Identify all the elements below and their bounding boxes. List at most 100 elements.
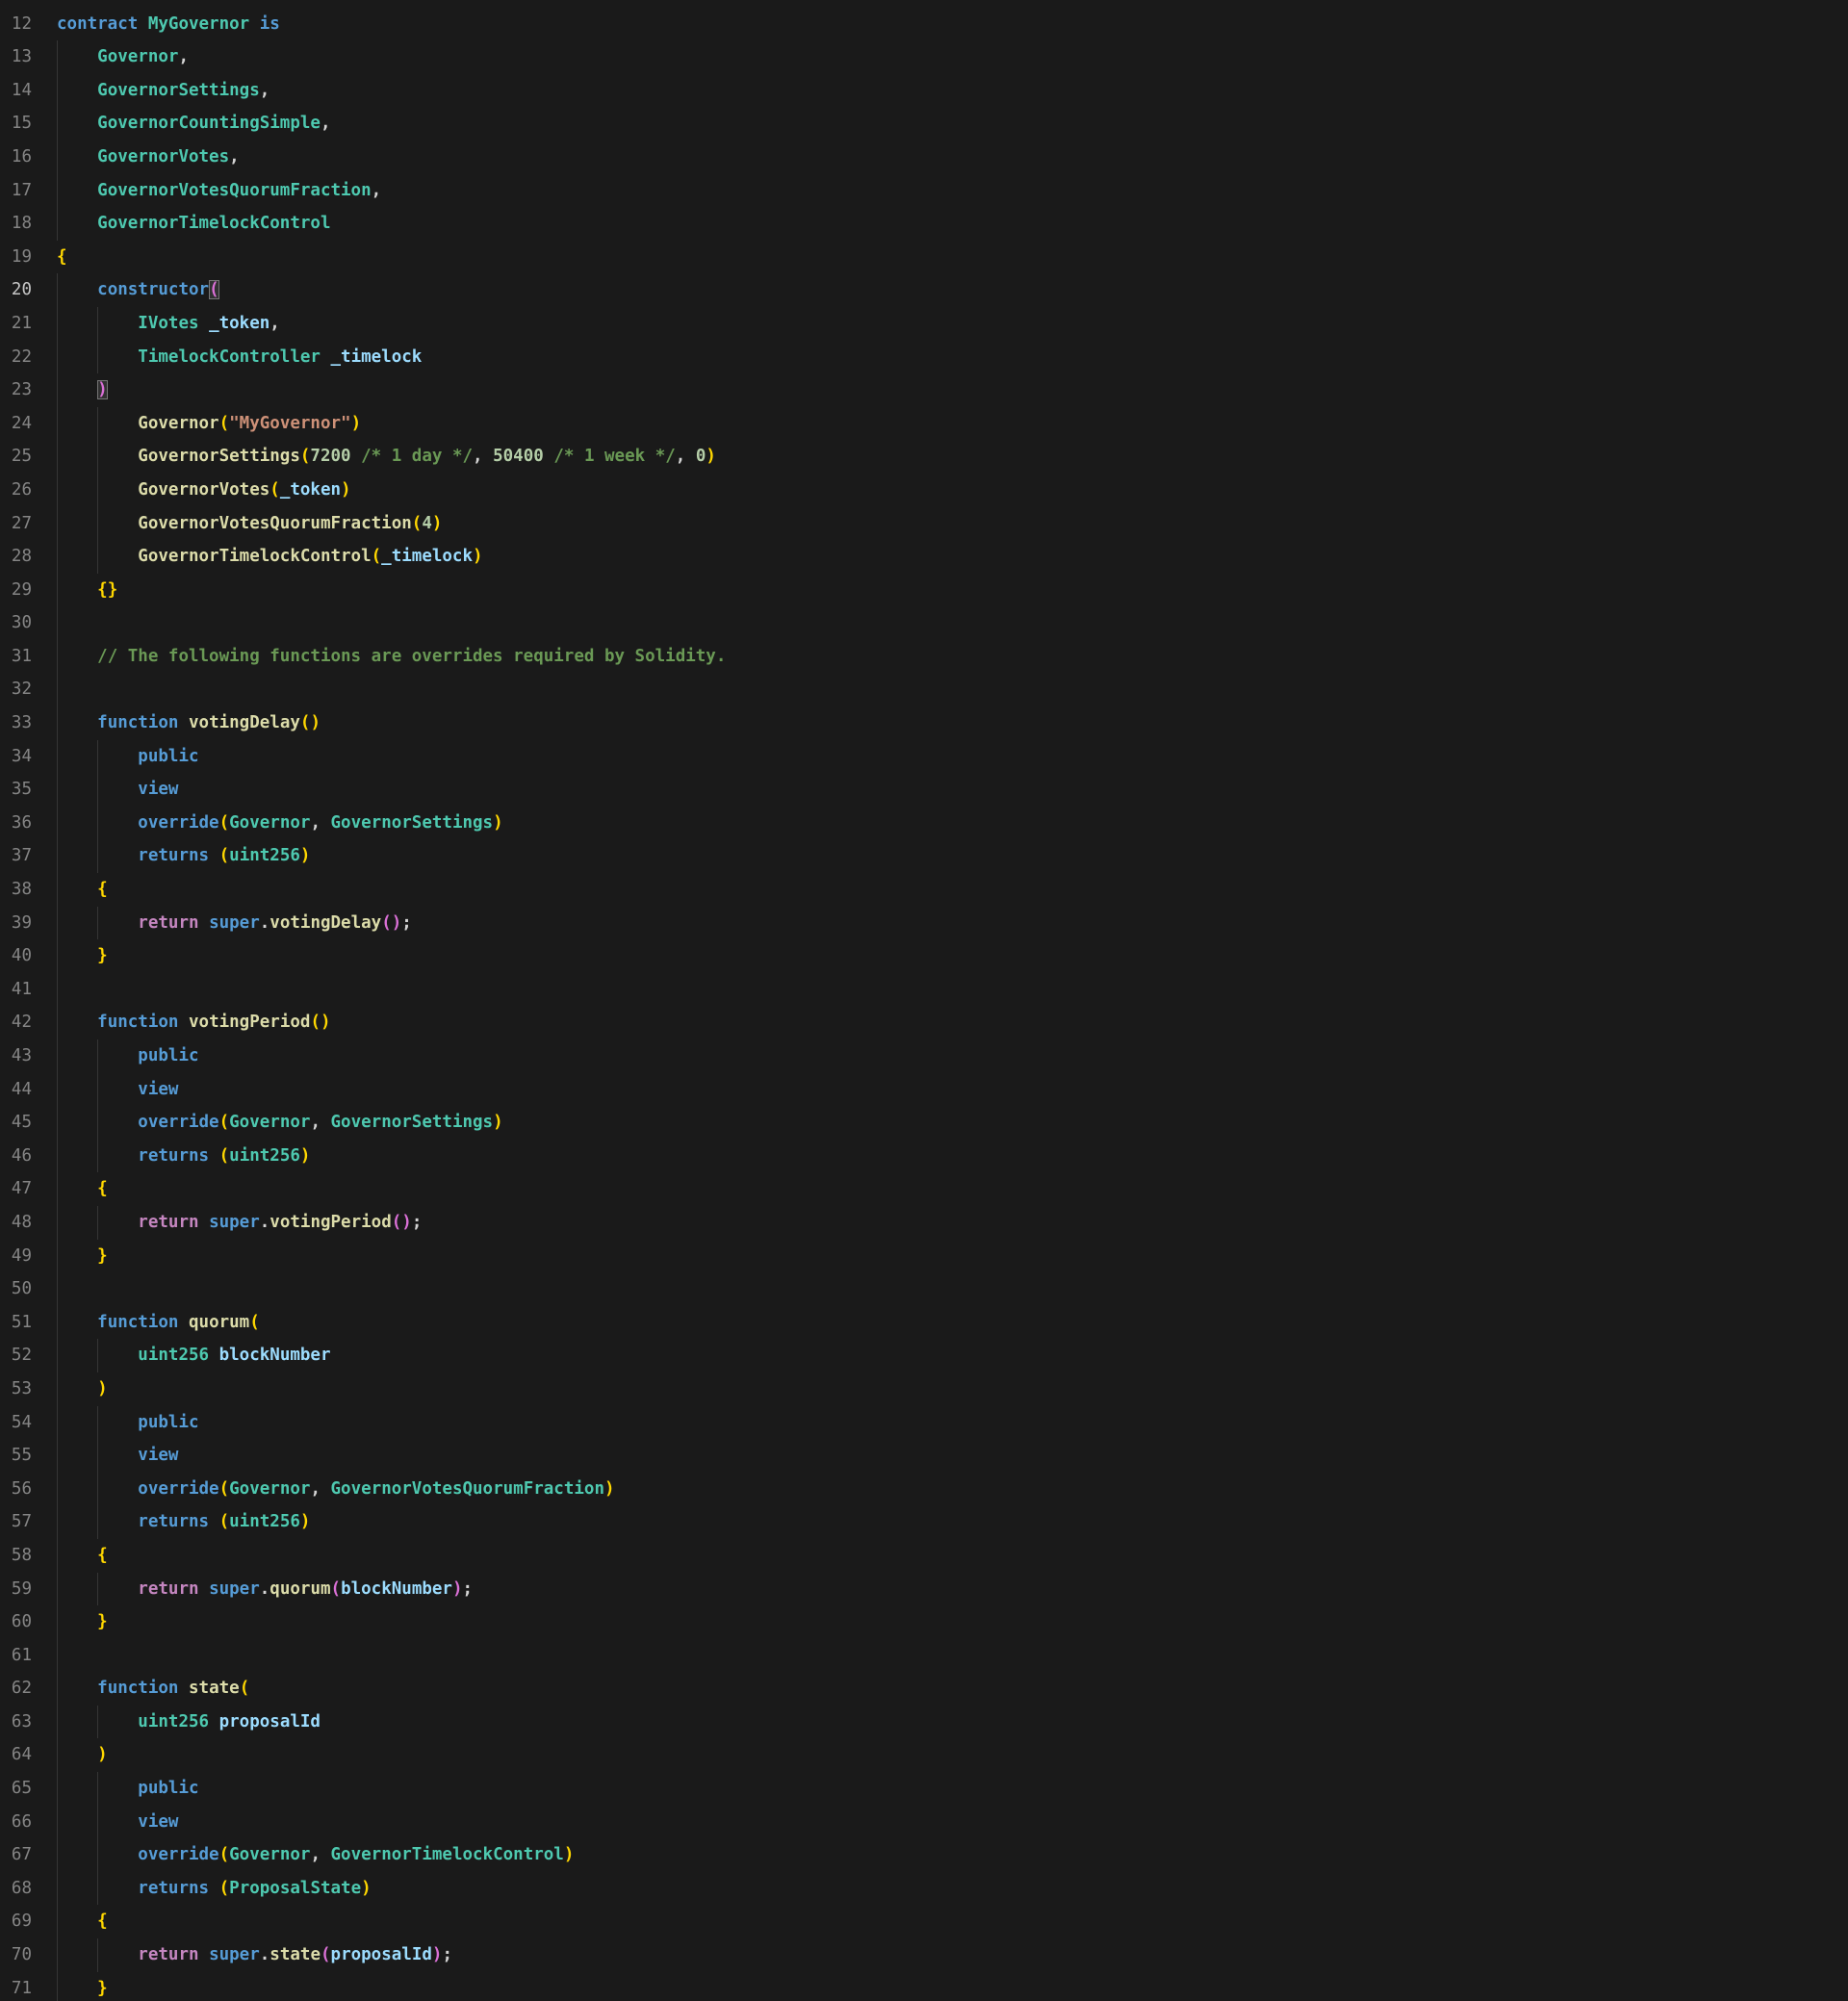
code-line[interactable]: 55 view — [0, 1439, 1848, 1473]
line-number[interactable]: 45 — [0, 1106, 32, 1140]
line-number[interactable]: 64 — [0, 1738, 32, 1772]
code-line[interactable]: 30 — [0, 606, 1848, 640]
line-number[interactable]: 18 — [0, 207, 32, 241]
line-number[interactable]: 24 — [0, 407, 32, 441]
code-editor[interactable]: 1112contract MyGovernor is13 Governor,14… — [0, 0, 1848, 2001]
line-number[interactable]: 43 — [0, 1039, 32, 1073]
code-line[interactable]: 20 constructor( — [0, 273, 1848, 307]
code-line[interactable]: 71 } — [0, 1972, 1848, 2001]
code-line[interactable]: 23 ) — [0, 373, 1848, 407]
line-number[interactable]: 25 — [0, 440, 32, 474]
line-number[interactable]: 47 — [0, 1172, 32, 1206]
code-line[interactable]: 64 ) — [0, 1738, 1848, 1772]
code-line[interactable]: 37 returns (uint256) — [0, 839, 1848, 873]
code-line[interactable]: 36 override(Governor, GovernorSettings) — [0, 807, 1848, 840]
code-line[interactable]: 49 } — [0, 1240, 1848, 1273]
code-line[interactable]: 11 — [0, 0, 1848, 8]
line-number[interactable]: 51 — [0, 1306, 32, 1340]
line-number[interactable]: 52 — [0, 1339, 32, 1372]
line-number[interactable]: 59 — [0, 1573, 32, 1606]
code-line[interactable]: 42 function votingPeriod() — [0, 1006, 1848, 1039]
code-line[interactable]: 66 view — [0, 1806, 1848, 1839]
code-line[interactable]: 29 {} — [0, 574, 1848, 607]
line-number[interactable]: 46 — [0, 1140, 32, 1173]
code-line[interactable]: 70 return super.state(proposalId); — [0, 1938, 1848, 1972]
line-number[interactable]: 67 — [0, 1838, 32, 1872]
line-number[interactable]: 70 — [0, 1938, 32, 1972]
line-number[interactable]: 62 — [0, 1672, 32, 1706]
code-line[interactable]: 38 { — [0, 873, 1848, 907]
code-line[interactable]: 61 — [0, 1639, 1848, 1673]
line-number[interactable]: 13 — [0, 40, 32, 74]
line-number[interactable]: 48 — [0, 1206, 32, 1240]
code-line[interactable]: 45 override(Governor, GovernorSettings) — [0, 1106, 1848, 1140]
line-number[interactable]: 38 — [0, 873, 32, 907]
code-line[interactable]: 24 Governor("MyGovernor") — [0, 407, 1848, 441]
code-line[interactable]: 40 } — [0, 939, 1848, 973]
code-line[interactable]: 50 — [0, 1272, 1848, 1306]
line-number[interactable]: 69 — [0, 1905, 32, 1938]
line-number[interactable]: 31 — [0, 640, 32, 674]
line-number[interactable]: 66 — [0, 1806, 32, 1839]
code-line[interactable]: 59 return super.quorum(blockNumber); — [0, 1573, 1848, 1606]
line-number[interactable]: 57 — [0, 1505, 32, 1539]
line-number[interactable]: 50 — [0, 1272, 32, 1306]
code-line[interactable]: 69 { — [0, 1905, 1848, 1938]
line-number[interactable]: 65 — [0, 1772, 32, 1806]
line-number[interactable]: 42 — [0, 1006, 32, 1039]
line-number[interactable]: 54 — [0, 1406, 32, 1440]
line-number[interactable]: 22 — [0, 341, 32, 374]
code-line[interactable]: 53 ) — [0, 1372, 1848, 1406]
line-number[interactable]: 23 — [0, 373, 32, 407]
code-line[interactable]: 46 returns (uint256) — [0, 1140, 1848, 1173]
code-line[interactable]: 17 GovernorVotesQuorumFraction, — [0, 174, 1848, 208]
line-number[interactable]: 35 — [0, 773, 32, 807]
code-line[interactable]: 33 function votingDelay() — [0, 706, 1848, 740]
code-line[interactable]: 48 return super.votingPeriod(); — [0, 1206, 1848, 1240]
code-line[interactable]: 22 TimelockController _timelock — [0, 341, 1848, 374]
code-line[interactable]: 25 GovernorSettings(7200 /* 1 day */, 50… — [0, 440, 1848, 474]
code-line[interactable]: 65 public — [0, 1772, 1848, 1806]
line-number[interactable]: 19 — [0, 241, 32, 274]
code-line[interactable]: 28 GovernorTimelockControl(_timelock) — [0, 540, 1848, 574]
code-line[interactable]: 56 override(Governor, GovernorVotesQuoru… — [0, 1473, 1848, 1506]
line-number[interactable]: 40 — [0, 939, 32, 973]
code-line[interactable]: 34 public — [0, 740, 1848, 774]
code-line[interactable]: 62 function state( — [0, 1672, 1848, 1706]
line-number[interactable]: 14 — [0, 74, 32, 108]
line-number[interactable]: 39 — [0, 907, 32, 940]
code-line[interactable]: 13 Governor, — [0, 40, 1848, 74]
line-number[interactable]: 60 — [0, 1605, 32, 1639]
line-number[interactable]: 29 — [0, 574, 32, 607]
code-line[interactable]: 18 GovernorTimelockControl — [0, 207, 1848, 241]
line-number[interactable]: 20 — [0, 273, 32, 307]
line-number[interactable]: 32 — [0, 673, 32, 706]
code-line[interactable]: 52 uint256 blockNumber — [0, 1339, 1848, 1372]
code-line[interactable]: 43 public — [0, 1039, 1848, 1073]
line-number[interactable]: 27 — [0, 507, 32, 541]
line-number[interactable]: 15 — [0, 107, 32, 141]
code-line[interactable]: 51 function quorum( — [0, 1306, 1848, 1340]
code-line[interactable]: 16 GovernorVotes, — [0, 141, 1848, 174]
code-line[interactable]: 31 // The following functions are overri… — [0, 640, 1848, 674]
line-number[interactable]: 71 — [0, 1972, 32, 2001]
code-line[interactable]: 44 view — [0, 1073, 1848, 1107]
line-number[interactable]: 44 — [0, 1073, 32, 1107]
line-number[interactable]: 12 — [0, 8, 32, 41]
line-number[interactable]: 11 — [0, 0, 32, 8]
line-number[interactable]: 49 — [0, 1240, 32, 1273]
line-number[interactable]: 30 — [0, 606, 32, 640]
line-number[interactable]: 41 — [0, 973, 32, 1007]
line-number[interactable]: 68 — [0, 1872, 32, 1906]
line-number[interactable]: 21 — [0, 307, 32, 341]
line-number[interactable]: 36 — [0, 807, 32, 840]
line-number[interactable]: 58 — [0, 1539, 32, 1573]
code-line[interactable]: 63 uint256 proposalId — [0, 1706, 1848, 1739]
line-number[interactable]: 34 — [0, 740, 32, 774]
line-number[interactable]: 33 — [0, 706, 32, 740]
code-line[interactable]: 35 view — [0, 773, 1848, 807]
code-line[interactable]: 12contract MyGovernor is — [0, 8, 1848, 41]
code-line[interactable]: 60 } — [0, 1605, 1848, 1639]
code-line[interactable]: 47 { — [0, 1172, 1848, 1206]
code-line[interactable]: 19{ — [0, 241, 1848, 274]
